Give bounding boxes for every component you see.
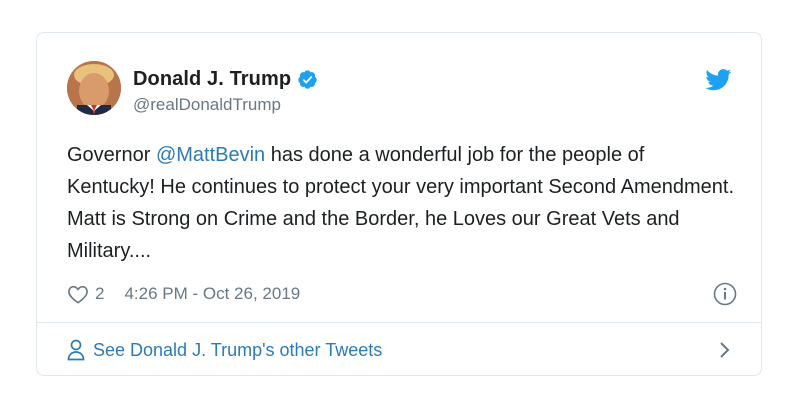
verified-badge-icon — [297, 69, 318, 90]
card-divider — [37, 322, 761, 323]
avatar[interactable] — [67, 61, 121, 115]
twitter-bird-icon[interactable] — [705, 69, 732, 91]
mention-link[interactable]: @MattBevin — [156, 144, 265, 166]
author-handle[interactable]: @realDonaldTrump — [133, 95, 318, 115]
like-count: 2 — [95, 284, 105, 303]
person-icon — [67, 339, 85, 361]
tweet-timestamp[interactable]: 4:26 PM - Oct 26, 2019 — [124, 284, 300, 304]
author-block: Donald J. Trump @realDonaldTrump — [133, 67, 318, 115]
heart-icon[interactable] — [67, 284, 89, 304]
tweet-meta: 2 4:26 PM - Oct 26, 2019 — [67, 281, 737, 307]
tweet-card: Donald J. Trump @realDonaldTrump Governo… — [36, 32, 762, 376]
tweet-text-before: Governor — [67, 144, 156, 166]
author-display-name[interactable]: Donald J. Trump — [133, 68, 291, 91]
tweet-text: Governor @MattBevin has done a wonderful… — [67, 139, 737, 267]
info-icon[interactable] — [713, 282, 737, 306]
chevron-right-icon — [718, 340, 732, 360]
tweet-header: Donald J. Trump @realDonaldTrump — [67, 61, 732, 117]
see-other-tweets-link[interactable]: See Donald J. Trump's other Tweets — [67, 336, 732, 364]
see-other-tweets-label: See Donald J. Trump's other Tweets — [93, 339, 383, 360]
